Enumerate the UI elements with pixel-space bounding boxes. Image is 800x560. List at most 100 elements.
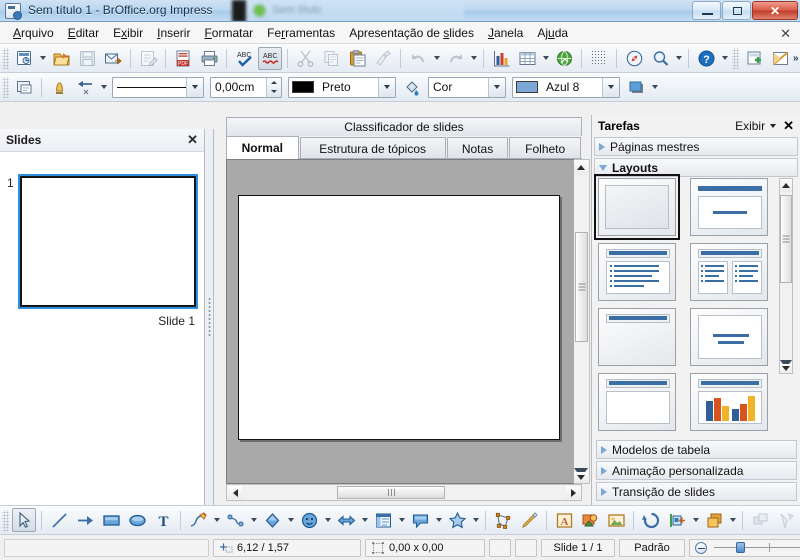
undo-dropdown[interactable] — [431, 47, 442, 70]
open-document-icon[interactable] — [49, 47, 73, 70]
close-button[interactable]: ✕ — [752, 1, 798, 20]
slide-layout-icon[interactable] — [768, 47, 792, 70]
zoom-out-button[interactable] — [695, 541, 707, 554]
layouts-scroll-thumb[interactable] — [780, 195, 792, 283]
copy-icon[interactable] — [319, 47, 343, 70]
callout-shapes-icon[interactable] — [408, 508, 432, 532]
insert-chart-icon[interactable] — [489, 47, 513, 70]
new-document-icon[interactable] — [12, 47, 36, 70]
minimize-button[interactable] — [692, 1, 721, 20]
edit-file-icon[interactable] — [136, 47, 160, 70]
line-color-dropdown-arrow[interactable] — [378, 77, 395, 97]
tab-estrutura-de-topicos[interactable]: Estrutura de tópicos — [299, 137, 446, 159]
new-document-dropdown[interactable] — [37, 47, 48, 70]
connector-tool-dropdown[interactable] — [248, 509, 259, 532]
layouts-scroll-up[interactable] — [780, 179, 792, 192]
glue-points-icon[interactable] — [517, 508, 541, 532]
tab-classificador-de-slides[interactable]: Classificador de slides — [226, 117, 582, 136]
zoom-slider[interactable] — [689, 538, 800, 557]
canvas-horizontal-scrollbar[interactable] — [226, 484, 582, 501]
spellcheck-icon[interactable]: ABC — [232, 47, 256, 70]
section-transicao-de-slides[interactable]: Transição de slides — [596, 482, 797, 501]
arrow-style-dropdown[interactable] — [98, 76, 109, 99]
paste-icon[interactable] — [345, 47, 369, 70]
arrange-icon[interactable] — [702, 508, 726, 532]
zoom-track[interactable] — [714, 542, 800, 553]
slides-list[interactable]: 1 Slide 1 — [0, 151, 204, 505]
status-master-page[interactable]: Padrão — [619, 538, 685, 557]
layout-blank[interactable] — [594, 174, 680, 240]
help-icon[interactable]: ? — [694, 47, 718, 70]
callout-shapes-dropdown[interactable] — [433, 509, 444, 532]
clone-formatting-icon[interactable] — [371, 47, 395, 70]
display-grid-icon[interactable] — [587, 47, 611, 70]
scroll-down-arrow[interactable] — [574, 468, 588, 483]
toolbar2-grip[interactable] — [732, 47, 739, 69]
from-file-icon[interactable] — [578, 508, 602, 532]
line-style-dialog-icon[interactable] — [47, 76, 71, 99]
menu-ajuda[interactable]: Ajuda — [530, 23, 575, 43]
standard-toolbar-overflow[interactable]: » — [793, 53, 800, 63]
insert-table-icon[interactable] — [515, 47, 539, 70]
section-animacao-personalizada[interactable]: Animação personalizada — [596, 461, 797, 480]
arrange-dropdown[interactable] — [727, 509, 738, 532]
fill-type-dropdown-arrow[interactable] — [488, 77, 505, 97]
scroll-left-arrow[interactable] — [228, 486, 242, 499]
autospellcheck-icon[interactable]: ABC — [258, 46, 282, 70]
layout-title-bullets[interactable] — [598, 243, 676, 301]
layouts-scroll-down[interactable] — [780, 360, 792, 373]
scroll-up-arrow[interactable] — [574, 160, 588, 175]
filter-icon[interactable] — [774, 508, 798, 532]
curve-tool-icon[interactable] — [186, 508, 210, 532]
standard-toolbar-more[interactable] — [719, 47, 730, 70]
tasks-panel-close-icon[interactable]: ✕ — [783, 118, 794, 134]
layout-centered-text[interactable] — [690, 308, 768, 366]
alignment-icon[interactable] — [665, 508, 689, 532]
line-width-field[interactable]: 0,00cm — [210, 76, 282, 98]
merge-shapes-icon[interactable] — [748, 508, 772, 532]
redo-icon[interactable] — [443, 47, 467, 70]
basic-shapes-dropdown[interactable] — [285, 509, 296, 532]
line-style-dropdown-arrow[interactable] — [186, 77, 203, 97]
menu-arquivo[interactable]: Arquivo — [6, 23, 61, 43]
stars-shapes-dropdown[interactable] — [470, 509, 481, 532]
undo-icon[interactable] — [406, 47, 430, 70]
menu-exibir[interactable]: Exibir — [106, 23, 150, 43]
points-icon[interactable] — [491, 508, 515, 532]
section-modelos-de-tabela[interactable]: Modelos de tabela — [596, 440, 797, 459]
line-tool-icon[interactable] — [47, 508, 71, 532]
block-arrows-icon[interactable] — [334, 508, 358, 532]
layout-title-content[interactable] — [690, 178, 768, 236]
layout-title-two-bullets[interactable] — [690, 243, 768, 301]
slide-canvas[interactable] — [226, 159, 582, 484]
symbol-shapes-dropdown[interactable] — [322, 509, 333, 532]
slide-properties-icon[interactable] — [12, 76, 36, 99]
layouts-scrollbar[interactable] — [779, 178, 793, 374]
menu-inserir[interactable]: Inserir — [150, 23, 197, 43]
rotate-icon[interactable] — [639, 508, 663, 532]
drawing-toolbar-grip[interactable] — [2, 509, 9, 531]
horizontal-scroll-thumb[interactable] — [337, 486, 445, 499]
cut-icon[interactable] — [293, 47, 317, 70]
zoom-knob[interactable] — [736, 542, 745, 553]
tab-folheto[interactable]: Folheto — [509, 137, 581, 159]
export-pdf-icon[interactable]: PDF — [171, 47, 195, 70]
menu-janela[interactable]: Janela — [481, 23, 530, 43]
save-document-icon[interactable] — [75, 47, 99, 70]
close-document-button[interactable]: ✕ — [780, 26, 791, 42]
rectangle-tool-icon[interactable] — [99, 508, 123, 532]
chevron-down-icon[interactable] — [770, 124, 777, 128]
fill-type-select[interactable]: Cor — [428, 76, 506, 98]
section-layouts[interactable]: Layouts — [594, 158, 798, 177]
zoom-dropdown[interactable] — [673, 47, 684, 70]
gallery-icon[interactable] — [604, 508, 628, 532]
menu-editar[interactable]: Editar — [61, 23, 106, 43]
zoom-icon[interactable] — [648, 47, 672, 70]
menu-formatar[interactable]: Formatar — [197, 23, 260, 43]
line-color-select[interactable]: Preto — [288, 76, 396, 98]
symbol-shapes-icon[interactable] — [297, 508, 321, 532]
redo-dropdown[interactable] — [468, 47, 479, 70]
stars-shapes-icon[interactable] — [445, 508, 469, 532]
menu-ferramentas[interactable]: Ferramentas — [260, 23, 342, 43]
slides-panel-close-icon[interactable]: ✕ — [187, 132, 198, 148]
